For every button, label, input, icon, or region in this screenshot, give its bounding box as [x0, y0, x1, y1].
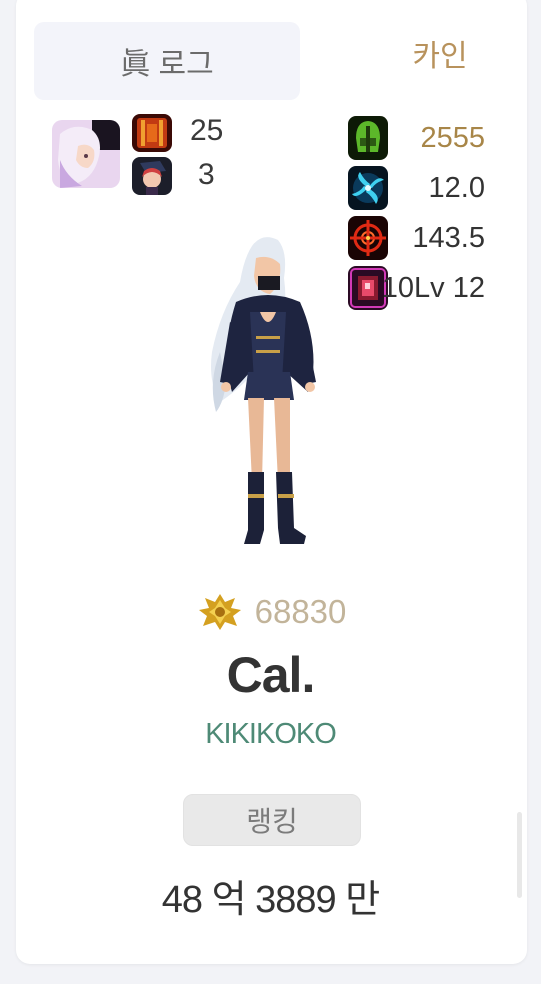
scrollbar[interactable]	[517, 812, 522, 898]
tab-server[interactable]: 카인	[385, 28, 495, 78]
red-book-icon	[132, 114, 172, 152]
guild-name[interactable]: KIKIKOKO	[0, 718, 541, 751]
stat-value-2: 12.0	[428, 172, 485, 204]
blue-swirl-icon	[348, 166, 388, 210]
ranking-score-row: 68830	[0, 590, 541, 634]
character-portrait-icon	[132, 157, 172, 195]
character-sprite	[190, 232, 340, 557]
tab-log[interactable]: 眞 로그	[34, 22, 300, 100]
green-helmet-icon	[348, 116, 388, 160]
rank-emblem-icon	[195, 590, 245, 634]
item-count: 25	[190, 114, 224, 147]
ranking-score: 68830	[254, 593, 347, 630]
other-count: 3	[198, 158, 215, 191]
ranking-button[interactable]: 랭킹	[183, 794, 361, 846]
avatar[interactable]	[52, 120, 120, 188]
combat-power: 48 억 3889 만	[161, 879, 380, 921]
red-crosshair-icon	[348, 216, 388, 260]
stat-value-1: 2555	[420, 122, 485, 154]
stat-value-4: 10Lv 12	[381, 272, 485, 304]
stat-value-3: 143.5	[412, 222, 485, 254]
character-name: Cal.	[226, 647, 316, 703]
